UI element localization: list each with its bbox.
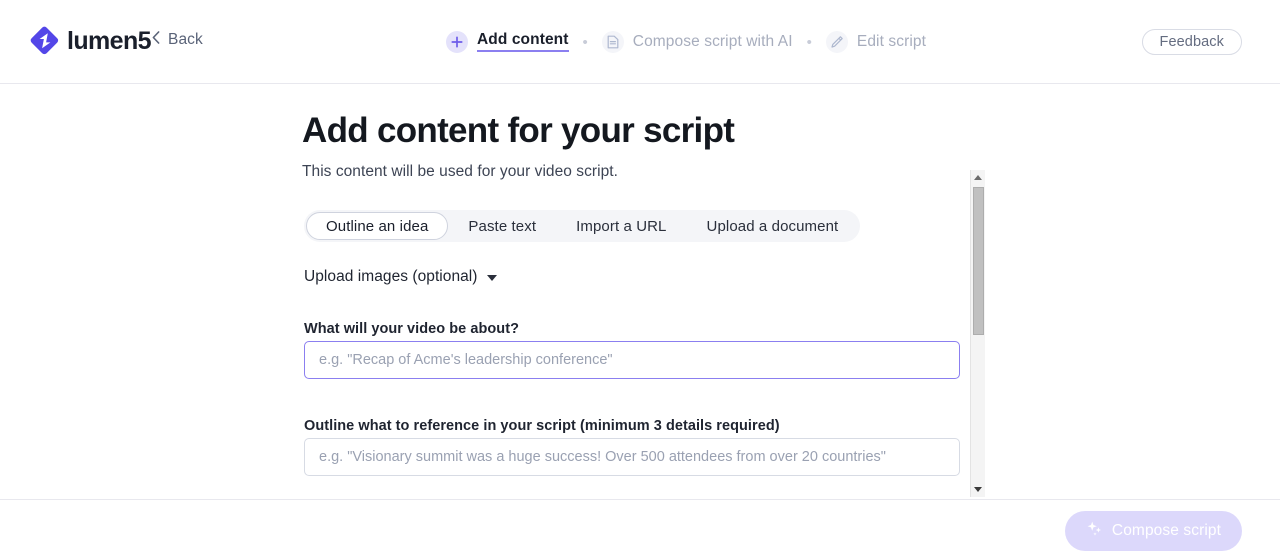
tab-upload-a-document[interactable]: Upload a document [687,212,859,240]
document-icon [602,31,624,53]
video-topic-input[interactable] [304,341,960,379]
chevron-left-icon [152,31,160,49]
scroll-down-arrow-icon[interactable] [971,482,985,497]
video-topic-label: What will your video be about? [304,321,519,337]
lumen5-logo-icon [30,26,60,56]
tab-import-a-url[interactable]: Import a URL [556,212,686,240]
step-label-add-content: Add content [477,32,569,52]
scroll-up-arrow-icon[interactable] [971,170,985,185]
scroll-down-glyph [974,487,982,492]
compose-script-button[interactable]: Compose script [1065,511,1242,551]
main-content: Add content for your script This content… [0,85,1280,499]
back-button[interactable]: Back [152,31,203,49]
page-subtitle: This content will be used for your video… [302,163,618,181]
step-separator-2: • [807,35,812,50]
back-label: Back [168,31,203,49]
caret-down-icon [487,275,497,281]
brand-name: lumen5 [67,29,151,54]
plus-circle-icon [446,31,468,53]
step-compose-script[interactable]: Compose script with AI [602,31,793,53]
tab-outline-an-idea[interactable]: Outline an idea [306,212,448,240]
scroll-up-glyph [974,175,982,180]
step-edit-script[interactable]: Edit script [826,31,926,53]
upload-images-toggle[interactable]: Upload images (optional) [304,268,497,286]
brand-logo[interactable]: lumen5 [30,26,151,56]
step-separator-1: • [583,35,588,50]
app-footer: Compose script [0,499,1280,558]
scrollbar-thumb[interactable] [973,187,984,335]
app-header: lumen5 Back Add content • [0,0,1280,84]
form-scroll-region: Upload images (optional) What will your … [0,255,1280,499]
script-outline-input[interactable] [304,438,960,476]
sparkle-icon [1086,520,1103,542]
step-label-compose-script: Compose script with AI [633,33,793,51]
step-nav: Add content • Compose script with AI • [446,28,926,56]
script-outline-label: Outline what to reference in your script… [304,418,780,434]
feedback-button[interactable]: Feedback [1142,29,1242,55]
form-scrollbar[interactable] [970,170,985,497]
step-label-edit-script: Edit script [857,33,926,51]
compose-script-label: Compose script [1112,522,1221,540]
page-title: Add content for your script [302,110,734,152]
lumen5-add-content-page: lumen5 Back Add content • [0,0,1280,558]
content-source-tabs: Outline an idea Paste text Import a URL … [304,210,860,242]
step-add-content[interactable]: Add content [446,31,569,53]
pencil-icon [826,31,848,53]
upload-images-label: Upload images (optional) [304,268,478,286]
tab-paste-text[interactable]: Paste text [448,212,556,240]
